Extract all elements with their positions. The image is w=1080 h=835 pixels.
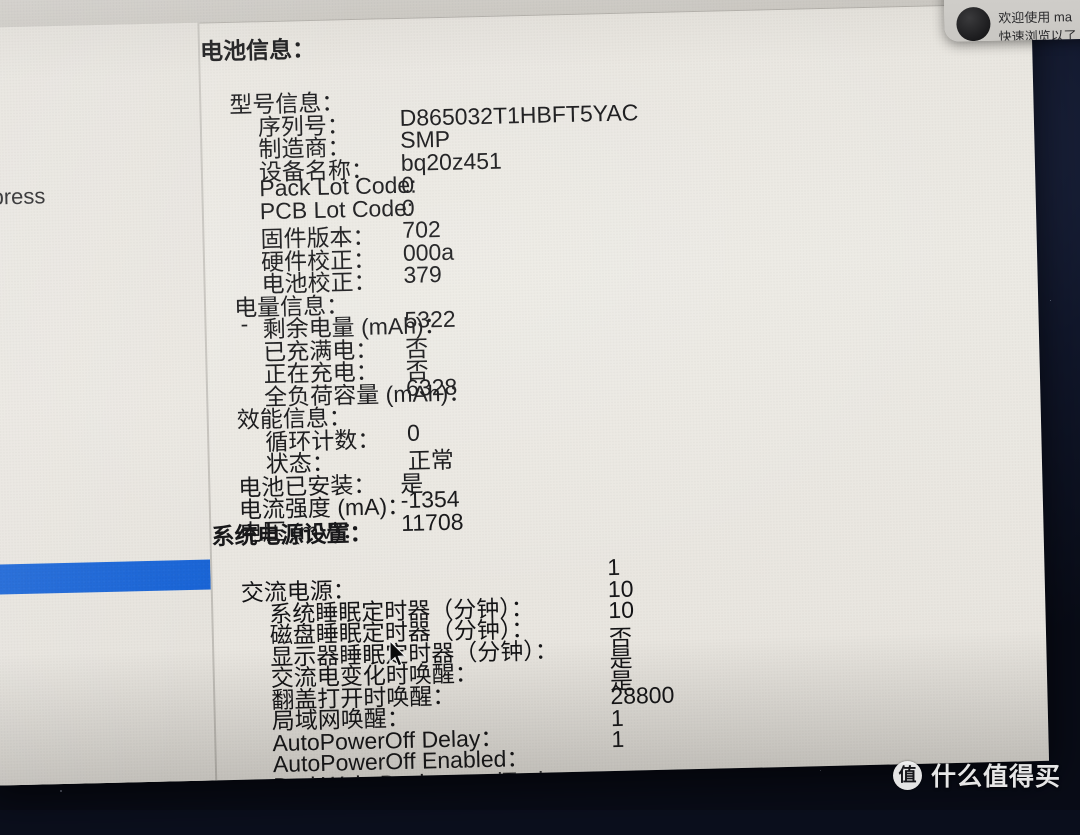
watermark-text: 什么值得买	[931, 763, 1062, 791]
power-settings-heading: 系统电源设置：	[211, 519, 373, 550]
content-pane: 电池信息： 型号信息： 序列号： D865032T1HBFT5YAC 制造商： SMP 设备…	[199, 3, 1049, 781]
sidebar[interactable]: aypressATA Express卡录道/显示器SCSI儿器头RAID器真AN	[0, 22, 218, 786]
row-value-model-info-7: 379	[403, 260, 443, 288]
watermark-logo-icon: 值	[893, 760, 922, 790]
power-value-8: 1	[611, 725, 625, 753]
sidebar-item-14[interactable]: 器	[0, 670, 213, 707]
sidebar-item-13[interactable]: RAID	[0, 590, 211, 627]
row-value-battery-misc-2: 11708	[400, 508, 464, 536]
notification-banner[interactable]: 欢迎使用 ma 快速浏览以了	[943, 0, 1080, 42]
sidebar-item-1[interactable]	[0, 43, 199, 80]
notification-line-2: 快速浏览以了	[998, 28, 1077, 42]
page-title: 电池信息：	[199, 35, 316, 65]
notification-line-1: 欢迎使用 ma	[998, 9, 1073, 26]
system-information-window: MacBook Pro aypressATA Express卡录道/显示器SCS…	[0, 0, 1050, 796]
sidebar-item-4[interactable]: 卡	[0, 270, 204, 307]
sidebar-item-3[interactable]: ATA Express	[0, 178, 202, 215]
row-value-charge-info-3: 6328	[405, 373, 458, 401]
sidebar-item-2[interactable]: press	[0, 89, 200, 126]
sidebar-item-16[interactable]: AN	[0, 798, 216, 835]
sidebar-item-15[interactable]: 真	[0, 740, 215, 777]
app-icon	[956, 6, 991, 42]
row-marker: -	[240, 310, 249, 337]
sidebar-item-0[interactable]: ay	[0, 9, 198, 46]
sidebar-item-label: ATA Express	[0, 183, 46, 211]
watermark: 值 什么值得买	[893, 757, 1061, 793]
sidebar-item-6[interactable]: 道	[0, 351, 206, 388]
sidebar-item-5[interactable]: 录	[0, 319, 205, 356]
